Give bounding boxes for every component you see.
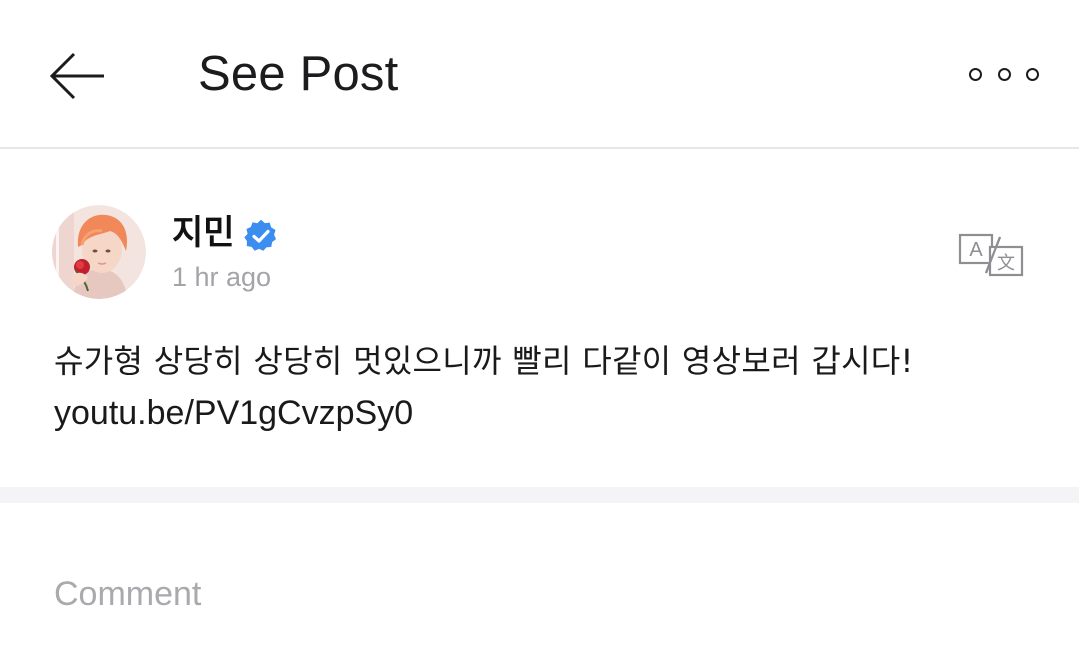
post-body: 슈가형 상당히 상당히 멋있으니까 빨리 다같이 영상보러 갑시다! youtu… — [54, 335, 1034, 439]
more-horizontal-icon — [1026, 67, 1039, 81]
more-horizontal-icon — [969, 67, 982, 81]
back-button[interactable] — [40, 38, 116, 114]
more-horizontal-icon — [997, 67, 1011, 81]
svg-text:文: 文 — [997, 253, 1015, 274]
post-text: 슈가형 상당히 상당히 멋있으니까 빨리 다같이 영상보러 갑시다! — [54, 342, 914, 380]
author-avatar[interactable] — [52, 205, 146, 299]
page-title: See Post — [198, 47, 399, 101]
post-link[interactable]: youtu.be/PV1gCvzpSy0 — [54, 387, 1034, 439]
post-card: 지민 1 hr ago A 文 슈가형 상당히 상당히 멋있으니까 빨리 다같이… — [0, 149, 1079, 487]
more-options-button[interactable] — [969, 56, 1039, 92]
author-name[interactable]: 지민 — [172, 211, 235, 255]
translate-icon[interactable]: A 文 — [958, 233, 1024, 277]
arrow-left-icon — [49, 52, 104, 100]
verified-badge-icon — [244, 219, 277, 251]
post-timestamp: 1 hr ago — [172, 262, 272, 292]
top-app-bar: See Post — [0, 0, 1079, 149]
svg-text:A: A — [969, 239, 983, 261]
comment-input[interactable] — [54, 569, 1014, 619]
section-divider — [0, 487, 1079, 503]
comment-section — [0, 503, 1079, 647]
